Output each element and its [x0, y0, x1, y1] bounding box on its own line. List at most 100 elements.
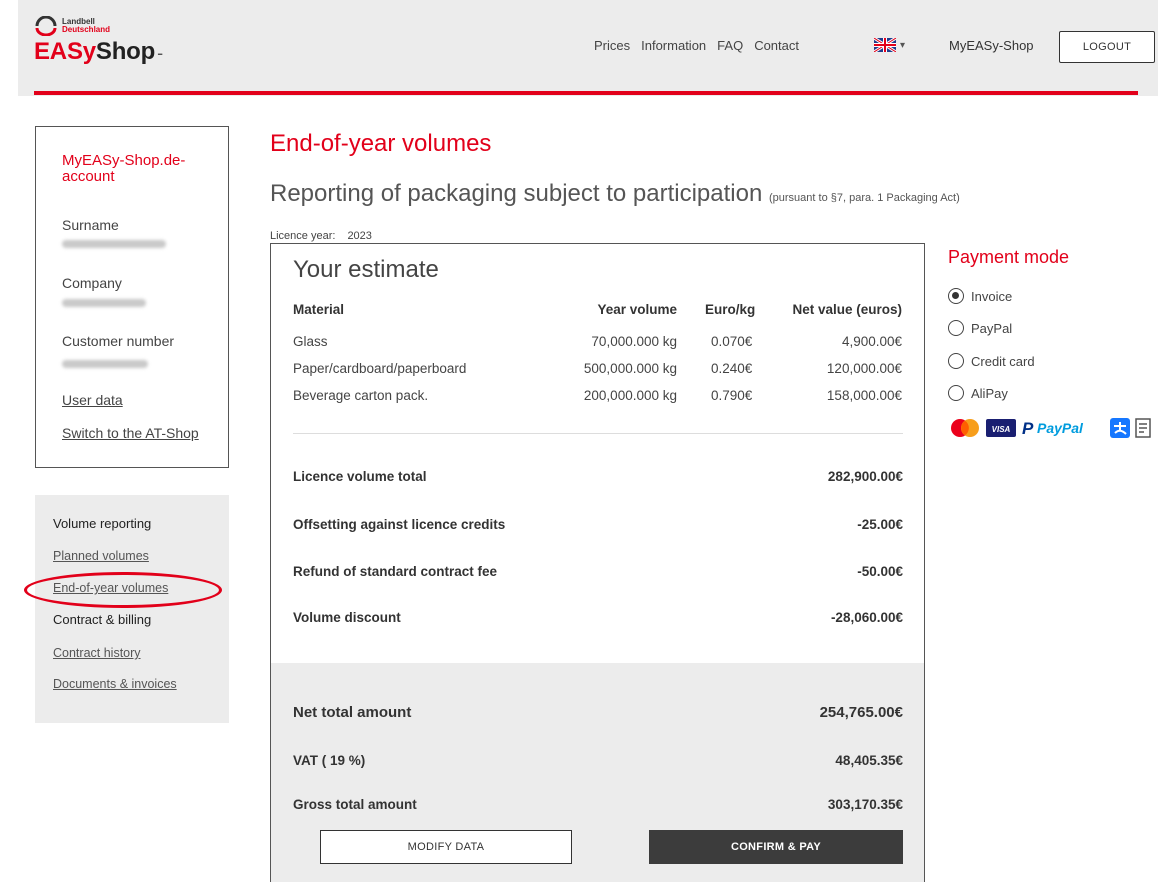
payment-option-label: Invoice [971, 288, 1013, 304]
surname-value-redacted [62, 240, 166, 248]
table-divider [293, 433, 903, 434]
total-label: Volume discount [293, 610, 401, 625]
estimate-panel: Your estimate Material Year volume Euro/… [270, 243, 925, 882]
total-value: -28,060.00€ [830, 610, 903, 625]
chevron-down-icon: ▾ [900, 39, 906, 51]
payment-option-label: Credit card [971, 353, 1035, 369]
vat-row: VAT ( 19 %) 48,405.35€ [293, 753, 903, 768]
total-row-licence-volume: Licence volume total 282,900.00€ [293, 469, 903, 484]
menu-item-contract-history[interactable]: Contract history [53, 646, 141, 660]
logout-button[interactable]: LOGOUT [1059, 31, 1155, 63]
payment-option-alipay[interactable]: AliPay [948, 385, 1008, 401]
menu-item-planned-volumes[interactable]: Planned volumes [53, 549, 149, 563]
licence-year: Licence year: 2023 [270, 230, 372, 242]
payment-logos: VISA P PayPal [948, 418, 1152, 438]
total-value: 282,900.00€ [827, 469, 903, 484]
payment-option-paypal[interactable]: PayPal [948, 320, 1012, 336]
nav-information[interactable]: Information [641, 38, 706, 53]
header-euro-kg: Euro/kg [705, 302, 756, 317]
row-material: Paper/cardboard/paperboard [293, 361, 467, 376]
net-total-value: 254,765.00€ [819, 704, 903, 721]
brand-line2: Deutschland [62, 25, 111, 34]
account-panel: MyEASy-Shop.de-account Surname Company C… [35, 126, 229, 468]
total-label: Licence volume total [293, 469, 427, 484]
row-volume: 200,000.000 kg [583, 388, 677, 403]
payment-mode-title: Payment mode [948, 247, 1070, 267]
highlight-ellipse [24, 572, 222, 608]
net-total-label: Net total amount [293, 704, 412, 721]
surname-label: Surname [62, 217, 119, 233]
invoice-icon [1135, 418, 1151, 438]
shop-name-easy: EASy [34, 38, 96, 65]
subtitle-note: (pursuant to §7, para. 1 Packaging Act) [768, 192, 960, 204]
paypal-logo-mark: P [1022, 419, 1034, 438]
payment-option-invoice[interactable]: Invoice [948, 288, 1012, 304]
payment-option-label: AliPay [971, 385, 1008, 401]
row-volume: 500,000.000 kg [583, 361, 677, 376]
header-divider [34, 91, 1138, 95]
row-rate: 0.790€ [711, 388, 753, 403]
radio-paypal[interactable] [948, 320, 964, 336]
gross-total-value: 303,170.35€ [827, 797, 903, 812]
payment-option-credit-card[interactable]: Credit card [948, 353, 1035, 369]
vat-value: 48,405.35€ [835, 753, 903, 768]
header-net-value: Net value (euros) [792, 302, 902, 317]
nav-prices[interactable]: Prices [594, 38, 630, 53]
gross-total-row: Gross total amount 303,170.35€ [293, 797, 903, 812]
vat-label: VAT ( 19 %) [293, 753, 366, 768]
total-label: Offsetting against licence credits [293, 517, 506, 532]
row-rate: 0.070€ [711, 334, 753, 349]
landbell-logo[interactable]: Landbell Deutschland EASy Shop - [34, 15, 163, 66]
top-nav: Prices Information FAQ Contact [594, 38, 810, 53]
user-data-link[interactable]: User data [62, 392, 123, 408]
visa-logo-text: VISA [992, 425, 1011, 434]
estimate-title: Your estimate [293, 256, 439, 283]
visa-icon: VISA [986, 419, 1016, 437]
page-title: End-of-year volumes [270, 130, 492, 157]
gross-total-label: Gross total amount [293, 797, 417, 812]
company-label: Company [62, 275, 122, 291]
subtitle-text: Reporting of packaging subject to partic… [270, 180, 763, 207]
row-material: Glass [293, 334, 328, 349]
total-row-volume-discount: Volume discount -28,060.00€ [293, 610, 903, 625]
nav-faq[interactable]: FAQ [717, 38, 743, 53]
payment-option-label: PayPal [971, 320, 1013, 336]
row-volume: 70,000.000 kg [591, 334, 677, 349]
customer-number-label: Customer number [62, 333, 175, 349]
radio-invoice[interactable] [948, 288, 964, 304]
shop-name-shop: Shop [95, 38, 156, 65]
row-net: 4,900.00€ [841, 334, 902, 349]
shop-caret: - [157, 43, 163, 63]
nav-contact[interactable]: Contact [754, 38, 799, 53]
landbell-logo-icon [34, 15, 58, 37]
switch-at-shop-link[interactable]: Switch to the AT-Shop [62, 425, 199, 441]
site-header: Landbell Deutschland EASy Shop - Prices In… [18, 0, 1158, 96]
total-row-refund: Refund of standard contract fee -50.00€ [293, 564, 903, 579]
myeasy-shop-link[interactable]: MyEASy-Shop [949, 38, 1034, 53]
row-rate: 0.240€ [711, 361, 753, 376]
header-year-volume: Year volume [597, 302, 677, 317]
modify-data-button[interactable]: MODIFY DATA [320, 830, 572, 864]
menu-heading-contract-billing: Contract & billing [53, 612, 152, 627]
language-selector[interactable]: ▾ [874, 38, 905, 52]
licence-year-value: 2023 [347, 230, 372, 242]
alipay-icon [1110, 418, 1130, 438]
paypal-logo-text: PayPal [1037, 420, 1084, 436]
uk-flag-icon [874, 38, 896, 52]
menu-heading-volume-reporting: Volume reporting [53, 516, 152, 531]
total-value: -50.00€ [857, 564, 903, 579]
row-net: 158,000.00€ [826, 388, 902, 403]
radio-credit-card[interactable] [948, 353, 964, 369]
row-net: 120,000.00€ [826, 361, 902, 376]
header-material: Material [293, 302, 345, 317]
radio-alipay[interactable] [948, 385, 964, 401]
paypal-icon: P PayPal [1022, 419, 1084, 438]
mastercard-icon [951, 419, 979, 437]
row-material: Beverage carton pack. [293, 388, 429, 403]
confirm-pay-button[interactable]: CONFIRM & PAY [649, 830, 903, 864]
side-menu: Volume reporting Planned volumes End-of-… [35, 495, 229, 723]
total-value: -25.00€ [857, 517, 903, 532]
menu-item-documents-invoices[interactable]: Documents & invoices [53, 677, 177, 691]
company-value-redacted [62, 299, 146, 307]
licence-year-label: Licence year: [270, 230, 336, 242]
